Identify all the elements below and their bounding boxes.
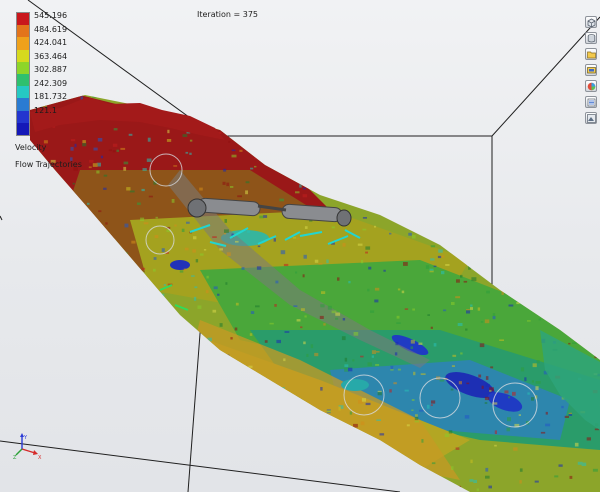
legend-color-bar <box>16 12 30 136</box>
legend-value: 424.041 <box>34 38 68 48</box>
graphics-viewport[interactable]: Iteration = 375 545.196 484.619 424.041 … <box>0 0 600 492</box>
triad-y-label: Y <box>23 435 28 441</box>
side-toolbar <box>585 16 598 128</box>
list-icon[interactable] <box>585 96 597 108</box>
cylinder-icon[interactable] <box>585 32 597 44</box>
flow-trajectories-label: Flow Trajectories <box>15 160 82 169</box>
triad-x-label: X <box>38 455 42 461</box>
display-icon[interactable] <box>585 64 597 76</box>
legend-value: 242.309 <box>34 78 68 88</box>
legend-value: 363.464 <box>34 51 68 61</box>
cube-icon[interactable] <box>585 16 597 28</box>
triad-z-label: Z <box>13 455 17 461</box>
axis-triad: Y X Z <box>13 433 42 461</box>
iteration-counter: Iteration = 375 <box>197 10 258 19</box>
appearance-icon[interactable] <box>585 80 597 92</box>
legend-value: 302.887 <box>34 65 68 75</box>
folder-icon[interactable] <box>585 48 597 60</box>
legend-value: 545.196 <box>34 11 68 20</box>
velocity-label: Velocity <box>15 143 47 152</box>
scene-icon[interactable] <box>585 112 597 124</box>
legend-value: 181.732 <box>34 92 68 102</box>
legend-labels: 545.196 484.619 424.041 363.464 302.887 … <box>34 9 67 117</box>
flow-stream <box>30 95 600 492</box>
legend-value: 484.619 <box>34 24 68 34</box>
flow-trajectory-scene <box>0 0 600 492</box>
legend-value: 121.1 <box>34 105 57 115</box>
